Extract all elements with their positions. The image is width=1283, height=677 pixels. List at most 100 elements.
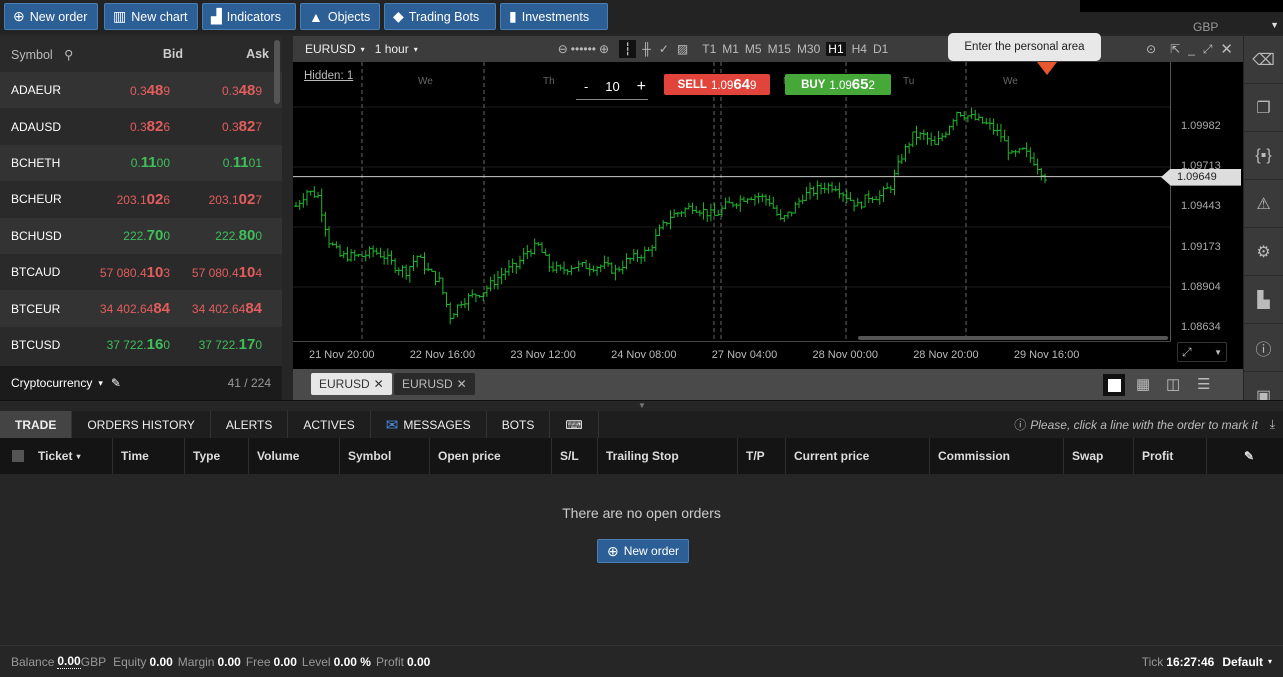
warning-icon[interactable]: ⚠ <box>1244 180 1283 228</box>
collapse-handle-icon[interactable]: ▼ <box>638 401 646 410</box>
indicators-button[interactable]: ▟ Indicators <box>202 3 296 30</box>
download-icon[interactable]: ⤓ <box>1270 417 1275 432</box>
close-icon: ✕ <box>373 377 384 391</box>
stats-icon[interactable]: ▙ <box>1244 276 1283 324</box>
column-open-price[interactable]: Open price <box>430 438 552 474</box>
buy-button[interactable]: BUY 1.09652 <box>785 74 891 95</box>
edit-icon[interactable]: ✎ <box>111 376 121 390</box>
balance-value[interactable]: 0.00 <box>57 654 81 669</box>
chart-scrollbar[interactable] <box>858 336 1168 340</box>
bid-header[interactable]: Bid <box>80 47 183 61</box>
vertical-split-icon[interactable]: ◫ <box>1166 375 1180 393</box>
new-order-button[interactable]: ⊕ New order <box>597 539 689 563</box>
column-symbol[interactable]: Symbol <box>340 438 430 474</box>
tab-actives[interactable]: ACTIVES <box>288 411 371 438</box>
chart-symbol-select[interactable]: EURUSD <box>305 42 356 56</box>
tab-messages[interactable]: ✉ MESSAGES <box>371 411 487 438</box>
period-m30[interactable]: M30 <box>797 42 820 56</box>
minimize-icon[interactable]: _ <box>1188 42 1195 56</box>
increase-lot-button[interactable]: + <box>637 78 648 96</box>
select-all-checkbox[interactable] <box>12 450 24 462</box>
info-icon[interactable]: ⓘ <box>1244 324 1283 372</box>
close-icon[interactable]: ✕ <box>1220 40 1233 58</box>
chart-timeframe-select[interactable]: 1 hour <box>375 42 409 56</box>
column-current-price[interactable]: Current price <box>786 438 930 474</box>
symbol-search[interactable]: Symbol ⚲ <box>0 47 80 62</box>
period-m1[interactable]: M1 <box>722 42 739 56</box>
time-tick: 21 Nov 20:00 <box>309 349 375 361</box>
chart-tab[interactable]: EURUSD ✕ <box>311 373 392 395</box>
grid-layout-icon[interactable]: ▦ <box>1136 375 1150 393</box>
time-tick: 28 Nov 20:00 <box>913 349 979 361</box>
lot-value[interactable]: 10 <box>605 79 619 94</box>
column-trailing-stop[interactable]: Trailing Stop <box>598 438 738 474</box>
new-order-button[interactable]: ⊕ New order <box>4 3 98 30</box>
zoom-out-icon[interactable]: ⊖ <box>558 42 568 56</box>
ask-header[interactable]: Ask <box>183 47 269 61</box>
maximize-icon[interactable]: ⤢ <box>1203 42 1213 57</box>
period-m5[interactable]: M5 <box>745 42 762 56</box>
watchlist-row[interactable]: BCHUSD 222.700 222.800 <box>0 217 282 254</box>
new-chart-button[interactable]: ▥ New chart <box>104 3 198 30</box>
investments-button[interactable]: ▮ Investments <box>500 3 608 30</box>
sell-button[interactable]: SELL 1.09649 <box>664 74 770 95</box>
watchlist-scrollbar[interactable] <box>274 40 280 104</box>
lot-stepper[interactable]: - 10 + <box>576 74 648 100</box>
tab-trade[interactable]: TRADE <box>0 411 73 438</box>
watchlist-row[interactable]: BTCEUR 34 402.6484 34 402.6484 <box>0 290 282 327</box>
watchlist-row[interactable]: ADAEUR 0.3489 0.3489 <box>0 72 282 109</box>
chart-settings-icon[interactable]: ⊙ <box>1146 42 1156 56</box>
tab-orders-history[interactable]: ORDERS HISTORY <box>72 411 211 438</box>
eraser-icon[interactable]: ⌫ <box>1244 36 1283 84</box>
price-chart[interactable]: WeThFrMoTuWe <box>293 62 1171 341</box>
watchlist-row[interactable]: BCHEUR 203.1026 203.1027 <box>0 181 282 217</box>
column-time[interactable]: Time <box>113 438 185 474</box>
chart-plot[interactable]: WeThFrMoTuWe Hidden: 1 -10+ SELL1.09649 … <box>293 62 1171 341</box>
tab-bots[interactable]: BOTS <box>487 411 551 438</box>
tab-terminal[interactable]: ⌨ <box>550 411 599 438</box>
candle-chart-type-icon[interactable]: ╫ <box>642 42 651 56</box>
status-bar: Balance 0.00 GBP Equity 0.00 Margin 0.00 Fre… <box>0 645 1283 677</box>
profile-select[interactable]: Default <box>1222 655 1263 669</box>
period-h1[interactable]: H1 <box>826 42 846 56</box>
trading-bots-button[interactable]: ◆ Trading Bots <box>384 3 496 30</box>
day-label: We <box>418 76 433 87</box>
column-profit[interactable]: Profit <box>1134 438 1207 474</box>
watchlist-row[interactable]: BTCUSD 37 722.160 37 722.170 <box>0 327 282 363</box>
period-h4[interactable]: H4 <box>852 42 867 56</box>
column-s-l[interactable]: S/L <box>552 438 598 474</box>
watchlist-row[interactable]: BTCAUD 57 080.4103 57 080.4104 <box>0 254 282 290</box>
tab-alerts[interactable]: ALERTS <box>211 411 289 438</box>
edit-columns-icon[interactable]: ✎ <box>1207 438 1283 474</box>
column-volume[interactable]: Volume <box>249 438 340 474</box>
objects-button[interactable]: ▲ Objects <box>300 3 380 30</box>
column-t-p[interactable]: T/P <box>738 438 786 474</box>
zoom-slider[interactable]: •••••• <box>571 42 596 56</box>
indicator-code-icon[interactable]: {▪} <box>1244 132 1283 180</box>
single-layout-icon[interactable] <box>1103 374 1125 396</box>
watchlist-row[interactable]: ADAUSD 0.3826 0.3827 <box>0 108 282 144</box>
column-commission[interactable]: Commission <box>930 438 1064 474</box>
column-swap[interactable]: Swap <box>1064 438 1134 474</box>
period-d1[interactable]: D1 <box>873 42 888 56</box>
chart-tab[interactable]: EURUSD ✕ <box>394 373 475 395</box>
chevron-down-icon: ▼ <box>1214 347 1222 357</box>
watchlist-row[interactable]: BCHETH 0.1100 0.1101 <box>0 144 282 182</box>
hidden-objects-link[interactable]: Hidden: 1 <box>304 70 353 82</box>
zoom-in-icon[interactable]: ⊕ <box>599 42 609 56</box>
line-chart-type-icon[interactable]: ✓ <box>659 42 669 56</box>
period-t1[interactable]: T1 <box>702 42 716 56</box>
category-selector[interactable]: Cryptocurrency <box>11 376 92 390</box>
bar-chart-type-icon[interactable]: ┆ <box>619 40 637 58</box>
account-selector[interactable]: GBP ▼ <box>1080 0 1283 34</box>
windows-icon[interactable]: ❐ <box>1244 84 1283 132</box>
detach-icon[interactable]: ⇱ <box>1170 42 1180 56</box>
period-m15[interactable]: M15 <box>768 42 791 56</box>
decrease-lot-button[interactable]: - <box>576 79 588 94</box>
settings-icon[interactable]: ⚙ <box>1244 228 1283 276</box>
column-type[interactable]: Type <box>185 438 249 474</box>
chart-scale-button[interactable]: ⤢ ▼ <box>1177 342 1227 362</box>
horizontal-split-icon[interactable]: ☰ <box>1197 375 1210 393</box>
column-ticket[interactable]: Ticket ▾ <box>0 438 113 474</box>
area-chart-type-icon[interactable]: ▨ <box>677 42 688 56</box>
